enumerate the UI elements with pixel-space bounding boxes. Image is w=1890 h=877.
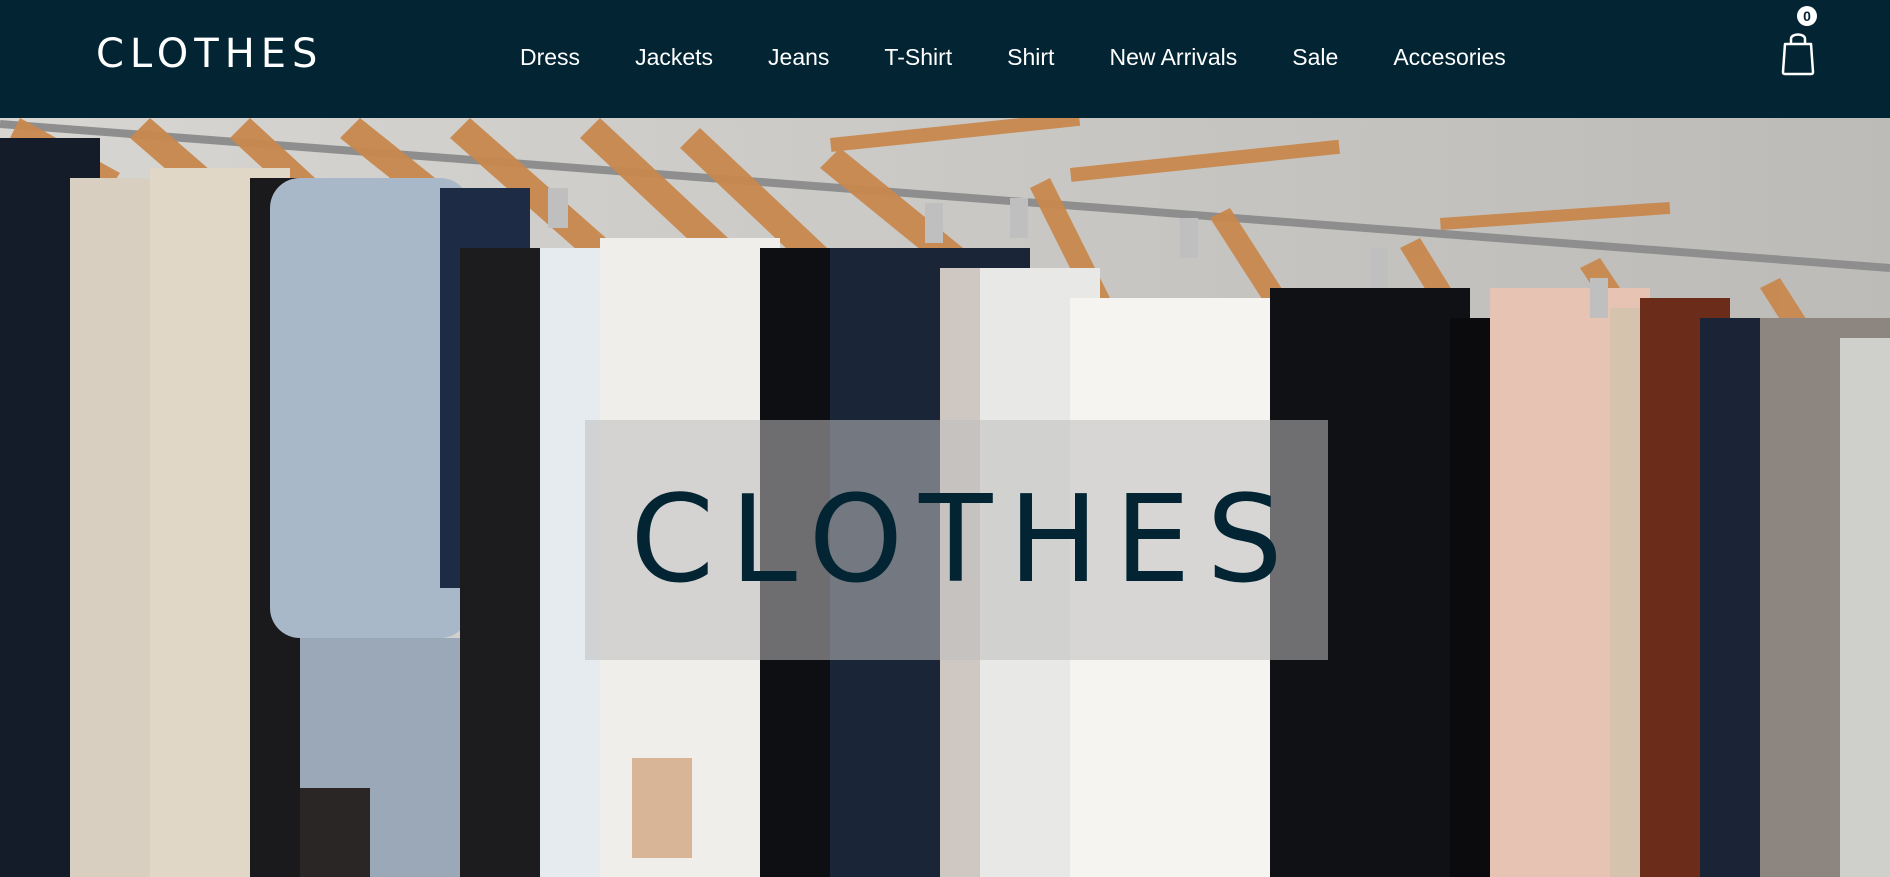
nav-item-jeans: Jeans: [768, 44, 829, 74]
nav-link-jeans[interactable]: Jeans: [768, 44, 829, 70]
nav-item-dress: Dress: [520, 44, 580, 74]
cart-button[interactable]: [1778, 28, 1818, 78]
nav-link-tshirt[interactable]: T-Shirt: [884, 44, 952, 70]
nav-item-shirt: Shirt: [1007, 44, 1054, 74]
site-logo[interactable]: CLOTHES: [96, 30, 323, 78]
nav-item-jackets: Jackets: [635, 44, 713, 74]
hero-banner: CLOTHES: [0, 118, 1890, 877]
nav-item-sale: Sale: [1292, 44, 1338, 74]
nav-link-new-arrivals[interactable]: New Arrivals: [1109, 44, 1237, 70]
cart-count-badge: 0: [1797, 6, 1817, 26]
nav-item-accesories: Accesories: [1393, 44, 1505, 74]
nav-link-jackets[interactable]: Jackets: [635, 44, 713, 70]
nav-link-shirt[interactable]: Shirt: [1007, 44, 1054, 70]
hero-title: CLOTHES: [630, 470, 1299, 610]
nav-link-dress[interactable]: Dress: [520, 44, 580, 70]
nav-link-sale[interactable]: Sale: [1292, 44, 1338, 70]
main-nav: Dress Jackets Jeans T-Shirt Shirt New Ar…: [520, 44, 1561, 74]
navbar: CLOTHES Dress Jackets Jeans T-Shirt Shir…: [0, 0, 1890, 118]
nav-item-tshirt: T-Shirt: [884, 44, 952, 74]
shopping-bag-icon: [1781, 33, 1815, 76]
hero-overlay: CLOTHES: [585, 420, 1328, 660]
nav-item-new-arrivals: New Arrivals: [1109, 44, 1237, 74]
nav-link-accesories[interactable]: Accesories: [1393, 44, 1505, 70]
